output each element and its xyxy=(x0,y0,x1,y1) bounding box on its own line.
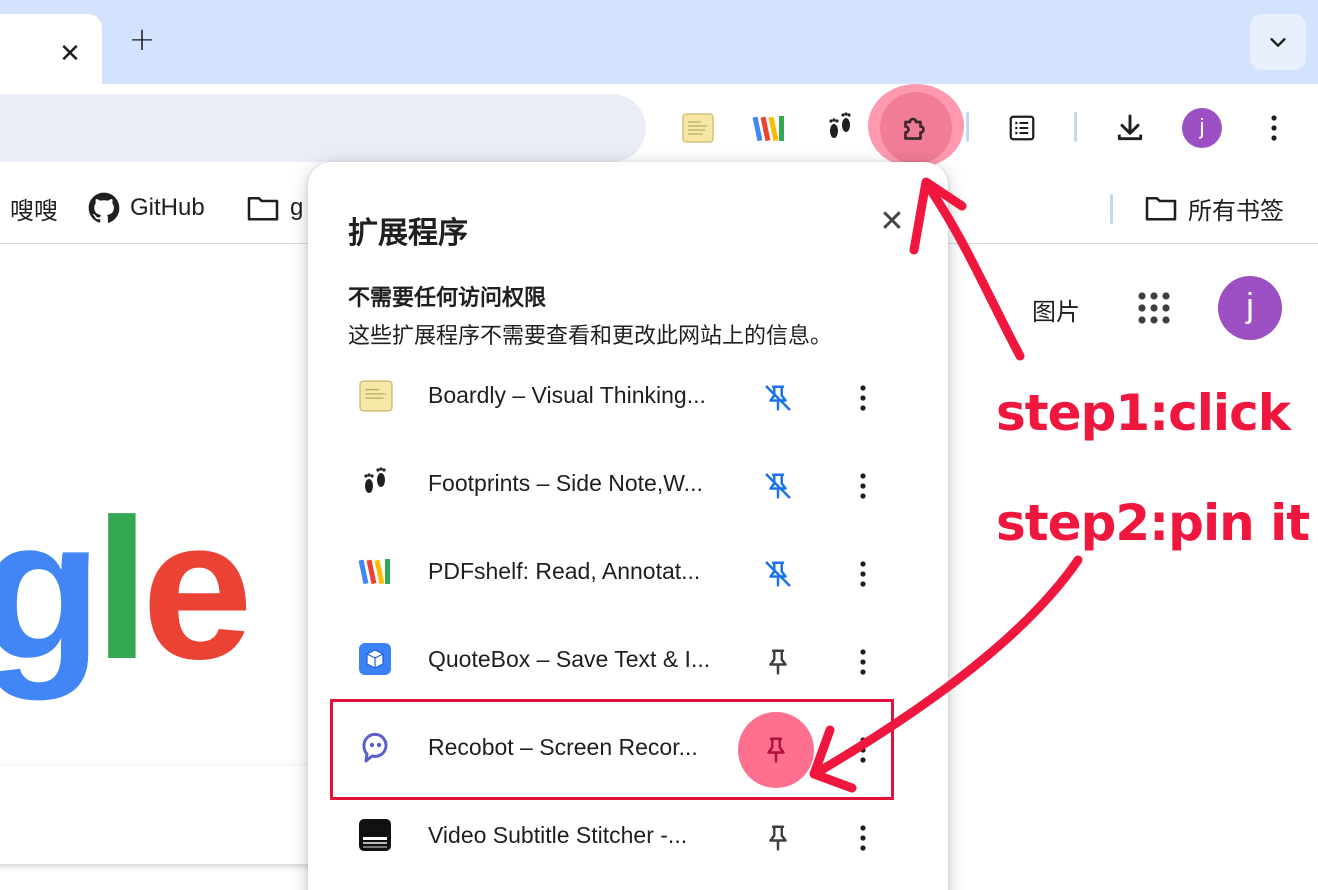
boardly-icon[interactable] xyxy=(678,108,718,148)
unpin-button[interactable] xyxy=(758,554,798,594)
extension-row[interactable]: Footprints – Side Note,W... xyxy=(330,442,930,530)
bookmark-folder[interactable]: g xyxy=(246,192,303,224)
download-icon[interactable] xyxy=(1110,108,1150,148)
pin-off-icon xyxy=(765,473,791,499)
more-options-button[interactable] xyxy=(848,378,878,418)
extension-row[interactable]: Video Subtitle Stitcher -... xyxy=(330,794,930,882)
extension-row[interactable]: QuoteBox – Save Text & I... xyxy=(330,618,930,706)
logo-letter: l xyxy=(94,478,150,701)
pin-off-icon xyxy=(765,385,791,411)
logo-letter: e xyxy=(141,478,253,701)
extension-name: Video Subtitle Stitcher -... xyxy=(428,822,688,848)
kebab-icon xyxy=(860,473,866,499)
toolbar: j xyxy=(0,84,1318,170)
bookmark-github[interactable]: GitHub xyxy=(88,192,205,224)
kebab-icon[interactable] xyxy=(1258,108,1290,148)
new-tab-button[interactable]: + xyxy=(124,22,160,58)
step2-annotation: step2:pin it xyxy=(996,494,1310,552)
all-bookmarks-button[interactable]: 所有书签 xyxy=(1144,192,1284,225)
extensions-menu-button[interactable] xyxy=(880,92,952,164)
bookmark-item[interactable]: 嗖嗖 xyxy=(10,192,58,225)
address-bar[interactable] xyxy=(0,94,646,162)
puzzle-icon xyxy=(904,117,925,140)
close-icon[interactable]: ✕ xyxy=(876,206,908,238)
logo-letter: g xyxy=(0,478,102,701)
pdfshelf-icon[interactable] xyxy=(750,108,790,148)
unpin-button[interactable] xyxy=(758,378,798,418)
quotebox-icon xyxy=(358,642,394,678)
active-tab[interactable]: ✕ xyxy=(0,14,102,84)
extension-name: Boardly – Visual Thinking... xyxy=(428,382,706,408)
search-box[interactable] xyxy=(0,766,360,864)
folder-icon xyxy=(247,196,279,221)
bookmark-label: 嗖嗖 xyxy=(10,197,58,225)
all-bookmarks-label: 所有书签 xyxy=(1188,197,1284,225)
more-options-button[interactable] xyxy=(848,642,878,682)
footprints-icon xyxy=(358,466,394,502)
google-logo: gle xyxy=(0,490,253,690)
tab-search-button[interactable] xyxy=(1250,14,1306,70)
extension-row[interactable]: PDFshelf: Read, Annotat... xyxy=(330,530,930,618)
github-icon xyxy=(88,192,120,223)
unpin-button[interactable] xyxy=(758,466,798,506)
apps-grid-icon[interactable] xyxy=(1136,290,1172,326)
chevron-down-icon xyxy=(1270,38,1286,47)
extension-name: PDFshelf: Read, Annotat... xyxy=(428,558,701,584)
annotation-highlight-box xyxy=(330,699,894,800)
folder-icon xyxy=(1145,196,1177,221)
pin-icon xyxy=(769,825,787,851)
images-link[interactable]: 图片 xyxy=(1032,292,1080,327)
pin-icon xyxy=(769,649,787,675)
pin-button[interactable] xyxy=(758,818,798,858)
extension-name: Footprints – Side Note,W... xyxy=(428,470,703,496)
tab-strip: ✕ + xyxy=(0,0,1318,84)
kebab-icon xyxy=(860,561,866,587)
toolbar-separator xyxy=(966,112,969,142)
more-options-button[interactable] xyxy=(848,818,878,858)
bookmark-label: g xyxy=(290,194,304,221)
step1-annotation: step1:click xyxy=(996,384,1291,442)
footprints-icon[interactable] xyxy=(820,108,860,148)
close-icon[interactable]: ✕ xyxy=(56,40,84,68)
profile-avatar[interactable]: j xyxy=(1182,108,1222,148)
toolbar-separator xyxy=(1074,112,1077,142)
more-options-button[interactable] xyxy=(848,554,878,594)
section-heading: 不需要任何访问权限 xyxy=(348,285,547,310)
reading-list-icon[interactable] xyxy=(1002,108,1042,148)
bookmarks-separator xyxy=(1110,194,1113,224)
popup-title: 扩展程序 xyxy=(348,217,468,250)
extension-name: QuoteBox – Save Text & I... xyxy=(428,646,711,672)
video-subtitle-icon xyxy=(358,818,394,854)
bookmark-label: GitHub xyxy=(130,194,205,221)
pin-off-icon xyxy=(765,561,791,587)
pdfshelf-icon xyxy=(358,554,394,590)
account-avatar[interactable]: j xyxy=(1218,276,1282,340)
kebab-icon xyxy=(860,385,866,411)
section-description: 这些扩展程序不需要查看和更改此网站上的信息。 xyxy=(348,323,833,348)
boardly-icon xyxy=(358,378,394,414)
pin-button[interactable] xyxy=(758,642,798,682)
more-options-button[interactable] xyxy=(848,466,878,506)
kebab-icon xyxy=(860,649,866,675)
kebab-icon xyxy=(860,825,866,851)
extension-row[interactable]: Boardly – Visual Thinking... xyxy=(330,354,930,442)
